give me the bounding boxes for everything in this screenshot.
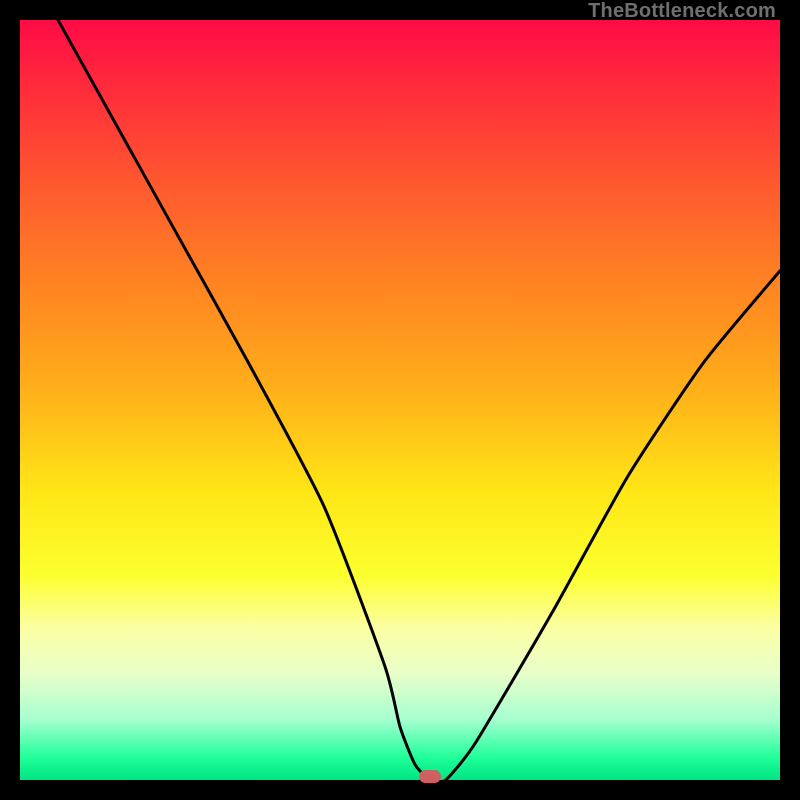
optimal-point-marker [419, 770, 441, 783]
plot-area [20, 20, 780, 780]
chart-frame: TheBottleneck.com [0, 0, 800, 800]
bottleneck-curve [20, 20, 780, 780]
